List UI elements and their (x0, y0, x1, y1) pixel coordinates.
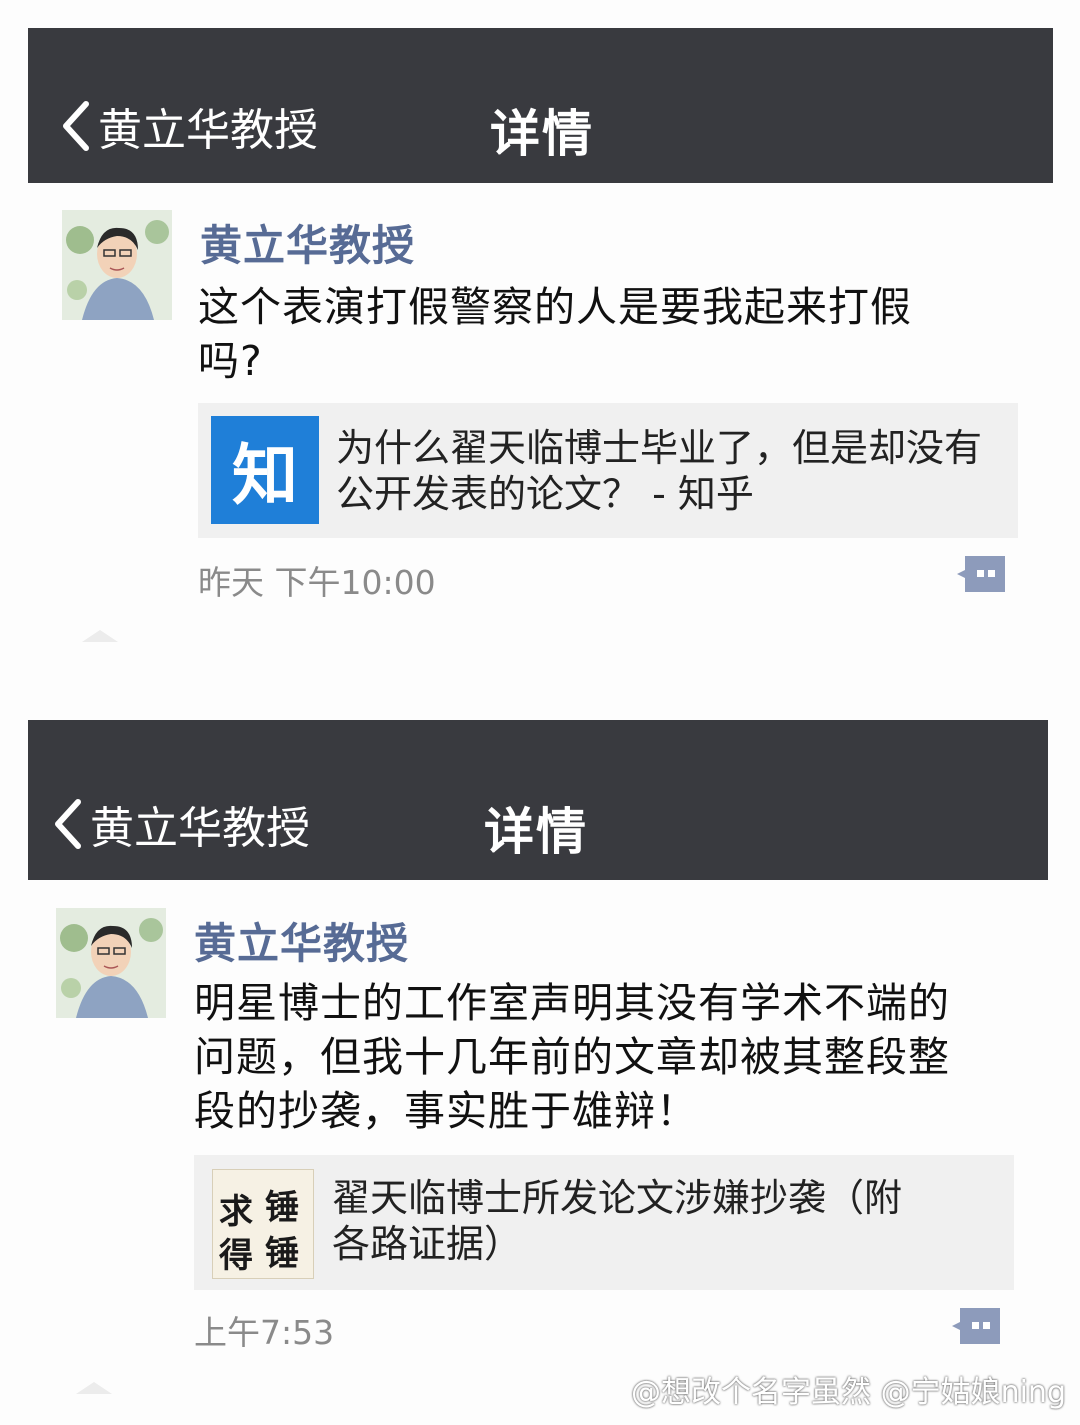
comment-pointer (82, 630, 118, 642)
post-text: 明星博士的工作室声明其没有学术不端的 问题，但我十几年前的文章却被其整段整 段的… (194, 976, 1014, 1138)
nav-bar: 黄立华教授 详情 (28, 720, 1048, 880)
link-card-title: 为什么翟天临博士毕业了，但是却没有 公开发表的论文？ - 知乎 (336, 425, 1016, 517)
post-text-line: 段的抄袭，事实胜于雄辩！ (194, 1087, 698, 1135)
link-card[interactable]: 求 锤 得 锤 翟天临博士所发论文涉嫌抄袭（附 各路证据） (194, 1155, 1014, 1290)
back-label: 黄立华教授 (98, 105, 318, 156)
logo-char: 锤 (265, 1188, 299, 1228)
avatar-portrait-icon (56, 908, 166, 1018)
comment-pointer (76, 1382, 112, 1394)
link-card-title-line: 翟天临博士所发论文涉嫌抄袭（附 (332, 1176, 903, 1220)
author-name[interactable]: 黄立华教授 (200, 212, 415, 273)
comment-icon[interactable] (950, 1306, 1002, 1346)
link-card-title: 翟天临博士所发论文涉嫌抄袭（附 各路证据） (332, 1175, 1012, 1267)
logo-char: 锤 (265, 1234, 299, 1274)
logo-char: 求 (219, 1192, 253, 1232)
chevron-left-icon (55, 799, 81, 849)
back-label: 黄立华教授 (90, 803, 310, 854)
logo-char: 得 (219, 1236, 253, 1276)
zhihu-logo-icon: 知 (211, 416, 319, 524)
nav-bar: 黄立华教授 详情 (28, 28, 1053, 183)
post-time: 昨天 下午10:00 (198, 563, 436, 602)
post-text-line: 问题，但我十几年前的文章却被其整段整 (194, 1033, 950, 1081)
chevron-left-icon (63, 101, 89, 151)
avatar[interactable] (62, 210, 172, 320)
post-text-line: 明星博士的工作室声明其没有学术不端的 (194, 979, 950, 1027)
post-text-line: 这个表演打假警察的人是要我起来打假 (198, 283, 912, 331)
post-text-line: 吗? (198, 337, 263, 385)
back-button[interactable]: 黄立华教授 (58, 94, 318, 158)
back-button[interactable]: 黄立华教授 (50, 792, 310, 856)
hammer-logo-icon: 求 锤 得 锤 (212, 1169, 314, 1279)
link-card[interactable]: 知 为什么翟天临博士毕业了，但是却没有 公开发表的论文？ - 知乎 (198, 403, 1018, 538)
comment-icon[interactable] (955, 554, 1007, 594)
link-card-title-line: 为什么翟天临博士毕业了，但是却没有 (336, 426, 983, 470)
avatar-portrait-icon (62, 210, 172, 320)
link-card-title-line: 各路证据） (332, 1222, 523, 1266)
page-title: 详情 (490, 105, 594, 163)
moment-detail-2: 黄立华教授 详情 黄立华教授 明星博士的工作室声明其没有学术不端的 问题，但我十… (0, 700, 1080, 1425)
post-text: 这个表演打假警察的人是要我起来打假 吗? (198, 280, 998, 388)
avatar[interactable] (56, 908, 166, 1018)
page-title: 详情 (484, 803, 588, 861)
author-name[interactable]: 黄立华教授 (194, 910, 409, 971)
moment-detail-1: 黄立华教授 详情 黄立华教授 这个表演打假警察的人是要我起来打假 吗? 知 为什… (0, 0, 1080, 700)
link-card-title-line: 公开发表的论文？ - 知乎 (336, 472, 754, 516)
watermark: @想改个名字虽然 @宁姑娘ning (631, 1375, 1066, 1410)
post-time: 上午7:53 (194, 1313, 335, 1352)
